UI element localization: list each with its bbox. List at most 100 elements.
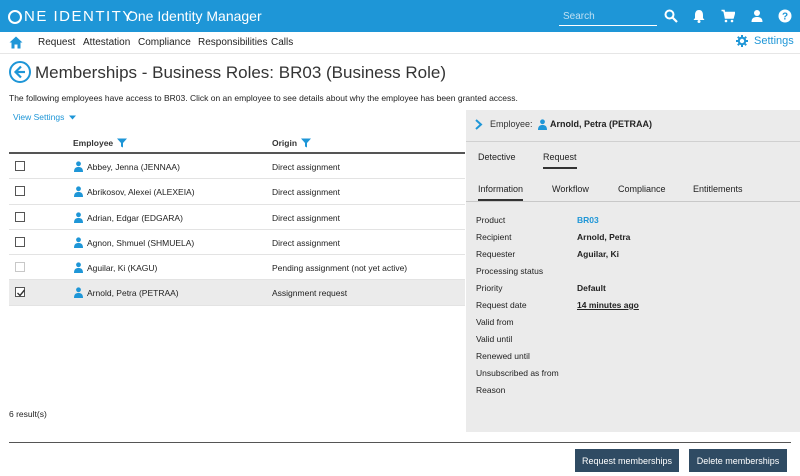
table-row[interactable]: Agnon, Shmuel (SHMUELA) Direct assignmen… [9, 230, 465, 256]
person-icon [74, 287, 83, 299]
tab-detective[interactable]: Detective [478, 152, 516, 162]
origin-value: Pending assignment (not yet active) [272, 263, 408, 274]
nav-responsibilities[interactable]: Responsibilities [198, 37, 267, 48]
detail-label-valid-from: Valid from [476, 317, 514, 327]
employee-label: Employee: [490, 119, 533, 129]
column-header-employee[interactable]: Employee [73, 138, 128, 148]
footer-divider [9, 442, 791, 443]
employee-name: Adrian, Edgar (EDGARA) [87, 212, 183, 223]
intro-text: The following employees have access to B… [9, 93, 518, 103]
logo-text: NE IDENTITY [24, 8, 134, 25]
tab-entitlements[interactable]: Entitlements [693, 184, 743, 194]
tab-information[interactable]: Information [478, 184, 524, 201]
table-row[interactable]: Abrikosov, Alexei (ALEXEIA) Direct assig… [9, 179, 465, 205]
row-checkbox[interactable] [15, 161, 25, 171]
row-checkbox[interactable] [15, 287, 26, 298]
table-row[interactable]: Adrian, Edgar (EDGARA) Direct assignment [9, 205, 465, 230]
filter-icon[interactable] [117, 138, 128, 148]
detail-label-requester: Requester [476, 249, 516, 259]
detail-label-request-date: Request date [476, 300, 527, 310]
column-header-employee-label: Employee [73, 138, 114, 148]
detail-label-renewed-until: Renewed until [476, 351, 530, 361]
search-icon[interactable] [664, 9, 678, 23]
row-checkbox[interactable] [15, 211, 25, 222]
person-icon [74, 262, 83, 274]
table-row[interactable]: Abbey, Jenna (JENNAA) Direct assignment [9, 154, 465, 180]
person-icon [74, 211, 83, 223]
settings-label: Settings [754, 35, 794, 47]
back-arrow-icon[interactable] [9, 61, 31, 83]
bell-icon[interactable] [692, 9, 706, 23]
panel-tabs: Detective Request [466, 146, 800, 170]
delete-memberships-button[interactable]: Delete memberships [689, 449, 787, 472]
nav-compliance[interactable]: Compliance [138, 37, 191, 48]
settings-link[interactable]: Settings [736, 35, 794, 47]
detail-panel: Employee: Arnold, Petra (PETRAA) Detecti… [466, 110, 800, 432]
request-memberships-button[interactable]: Request memberships [575, 449, 679, 472]
nav-request[interactable]: Request [38, 37, 75, 48]
detail-label-unsubscribed: Unsubscribed as from [476, 368, 559, 378]
chevron-right-icon[interactable] [475, 119, 483, 130]
checkmark-icon [17, 290, 26, 298]
origin-value: Assignment request [272, 288, 348, 299]
divider [466, 141, 800, 142]
tab-compliance[interactable]: Compliance [618, 184, 666, 194]
membership-table: Employee Origin Abbey, Jenna (JENNAA) Di… [9, 130, 465, 306]
home-icon[interactable] [9, 36, 23, 49]
person-icon [74, 186, 83, 198]
employee-name: Arnold, Petra (PETRAA) [87, 288, 179, 299]
person-icon [538, 119, 547, 130]
top-bar: NE IDENTITY One Identity Manager ? [0, 0, 800, 32]
main-nav: Request Attestation Compliance Responsib… [0, 32, 800, 54]
detail-value-request-date: 14 minutes ago [577, 300, 639, 310]
search-input[interactable] [559, 8, 657, 26]
employee-name: Arnold, Petra (PETRAA) [550, 119, 653, 129]
detail-value-requester: Aguilar, Ki [577, 249, 620, 259]
logo[interactable]: NE IDENTITY [8, 8, 134, 25]
filter-icon[interactable] [301, 138, 312, 148]
origin-value: Direct assignment [272, 187, 341, 198]
detail-value-product[interactable]: BR03 [577, 215, 599, 225]
row-checkbox [15, 262, 25, 273]
svg-text:?: ? [782, 12, 788, 23]
detail-value-priority: Default [577, 283, 606, 293]
request-subtabs: Information Workflow Compliance Entitlem… [466, 178, 800, 202]
detail-label-processing-status: Processing status [476, 266, 544, 276]
divider [466, 201, 800, 202]
nav-calls[interactable]: Calls [271, 37, 293, 48]
gear-icon [736, 35, 748, 47]
origin-value: Direct assignment [272, 212, 341, 223]
detail-label-product: Product [476, 215, 506, 225]
table-header: Employee Origin [9, 130, 465, 154]
tab-workflow[interactable]: Workflow [552, 184, 589, 194]
detail-label-valid-until: Valid until [476, 334, 513, 344]
help-icon[interactable]: ? [778, 9, 792, 23]
person-icon [74, 237, 83, 248]
user-icon[interactable] [750, 9, 764, 23]
page-title: Memberships - Business Roles: BR03 (Busi… [35, 63, 446, 82]
table-row[interactable]: Aguilar, Ki (KAGU) Pending assignment (n… [9, 255, 465, 281]
employee-name: Abrikosov, Alexei (ALEXEIA) [87, 187, 195, 198]
origin-value: Direct assignment [272, 162, 341, 172]
row-checkbox[interactable] [15, 186, 25, 197]
detail-label-reason: Reason [476, 385, 506, 395]
table-row[interactable]: Arnold, Petra (PETRAA) Assignment reques… [9, 280, 465, 306]
column-header-origin-label: Origin [272, 138, 298, 148]
cart-icon[interactable] [721, 9, 735, 23]
column-header-origin[interactable]: Origin [272, 138, 312, 148]
tab-request[interactable]: Request [543, 152, 577, 169]
logo-o-mark [8, 9, 22, 24]
view-settings-dropdown[interactable]: View Settings [13, 112, 76, 122]
employee-name: Abbey, Jenna (JENNAA) [87, 162, 180, 172]
caret-down-icon [68, 115, 76, 120]
detail-value-recipient: Arnold, Petra [577, 232, 631, 242]
employee-name: Aguilar, Ki (KAGU) [87, 263, 158, 274]
origin-value: Direct assignment [272, 237, 341, 248]
result-count: 6 result(s) [9, 409, 47, 419]
detail-label-recipient: Recipient [476, 232, 512, 242]
detail-label-priority: Priority [476, 283, 503, 293]
app-title: One Identity Manager [127, 8, 262, 24]
view-settings-label: View Settings [13, 112, 65, 122]
row-checkbox[interactable] [15, 236, 25, 247]
nav-attestation[interactable]: Attestation [83, 37, 130, 48]
